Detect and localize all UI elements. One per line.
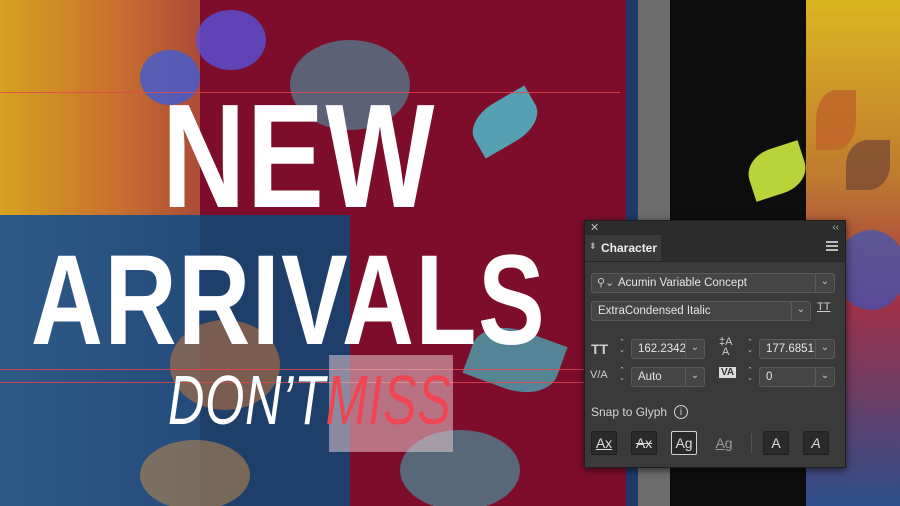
artwork-canvas: NEW ARRIVALS DON’TMISS [0, 0, 626, 506]
flower-bottom [140, 440, 250, 506]
tab-label: Character [601, 241, 658, 255]
kerning-value: Auto [638, 371, 662, 383]
separator [751, 433, 752, 453]
character-panel[interactable]: ✕ ‹‹ ⬍ Character ⚲⌄ Acumin Variable Conc… [584, 220, 846, 468]
font-size-value: 162.2342 [638, 343, 686, 355]
subline-dont: DON’T [168, 361, 326, 439]
leading-stepper[interactable]: ⌃ ⌄ [745, 339, 755, 355]
headline-arrivals[interactable]: ARRIVALS [31, 236, 545, 366]
headline-new[interactable]: NEW [55, 82, 543, 232]
subline[interactable]: DON’TMISS [168, 360, 452, 440]
font-size-field[interactable]: 162.2342 ⌄ [631, 339, 705, 359]
size-stepper[interactable]: ⌃ ⌄ [617, 339, 627, 355]
snap-baseline-button[interactable]: Ax [591, 431, 617, 455]
leaf-orange [816, 90, 856, 150]
snap-proximity-button[interactable]: Ag [711, 431, 737, 455]
leading-value: 177.6851 [766, 343, 814, 355]
panel-tabbar: ⬍ Character [585, 235, 845, 262]
snap-angular-button[interactable]: A [763, 431, 789, 455]
collapse-icon[interactable]: ‹‹ [832, 221, 839, 235]
font-style-value: ExtraCondensed Italic [598, 305, 711, 317]
chevron-down-icon[interactable]: ⌄ [815, 368, 834, 386]
flower-purple [196, 10, 266, 70]
tracking-icon: VA [719, 367, 737, 378]
reorder-icon: ⬍ [589, 241, 597, 251]
chevron-down-icon[interactable]: ⌄ [791, 302, 810, 320]
font-family-field[interactable]: ⚲⌄ Acumin Variable Concept ⌄ [591, 273, 835, 293]
panel-titlebar: ✕ ‹‹ [585, 221, 845, 235]
chevron-down-icon[interactable]: ⌄ [685, 340, 704, 358]
chevron-down-icon[interactable]: ⌄ [685, 368, 704, 386]
tab-character[interactable]: ⬍ Character [585, 235, 661, 261]
tracking-field[interactable]: 0 ⌄ [759, 367, 835, 387]
leading-icon: ‡A A [719, 336, 733, 358]
kerning-stepper[interactable]: ⌃ ⌄ [617, 367, 627, 383]
kerning-icon: V/A [590, 369, 608, 381]
snap-xheight-button[interactable]: Ax [631, 431, 657, 455]
panel-menu-icon[interactable] [826, 241, 838, 253]
leading-field[interactable]: 177.6851 ⌄ [759, 339, 835, 359]
tracking-stepper[interactable]: ⌃ ⌄ [745, 367, 755, 383]
font-style-field[interactable]: ExtraCondensed Italic ⌄ [591, 301, 811, 321]
chevron-down-icon[interactable]: ⌄ [815, 274, 834, 292]
snap-anchor-button[interactable]: A [803, 431, 829, 455]
tracking-value: 0 [766, 371, 773, 383]
snap-bounds-button[interactable]: Ag [671, 431, 697, 455]
search-icon: ⚲⌄ [597, 277, 615, 289]
touch-type-icon[interactable]: TT [817, 301, 830, 313]
info-icon[interactable]: i [674, 405, 688, 419]
snap-to-glyph-label: Snap to Glyph [591, 405, 668, 419]
subline-miss: MISS [325, 361, 452, 439]
leaf-dark [846, 140, 890, 190]
font-size-icon: TT [591, 341, 609, 357]
chevron-down-icon[interactable]: ⌄ [815, 340, 834, 358]
close-icon[interactable]: ✕ [590, 221, 599, 235]
kerning-field[interactable]: Auto ⌄ [631, 367, 705, 387]
font-family-value: Acumin Variable Concept [618, 277, 747, 289]
